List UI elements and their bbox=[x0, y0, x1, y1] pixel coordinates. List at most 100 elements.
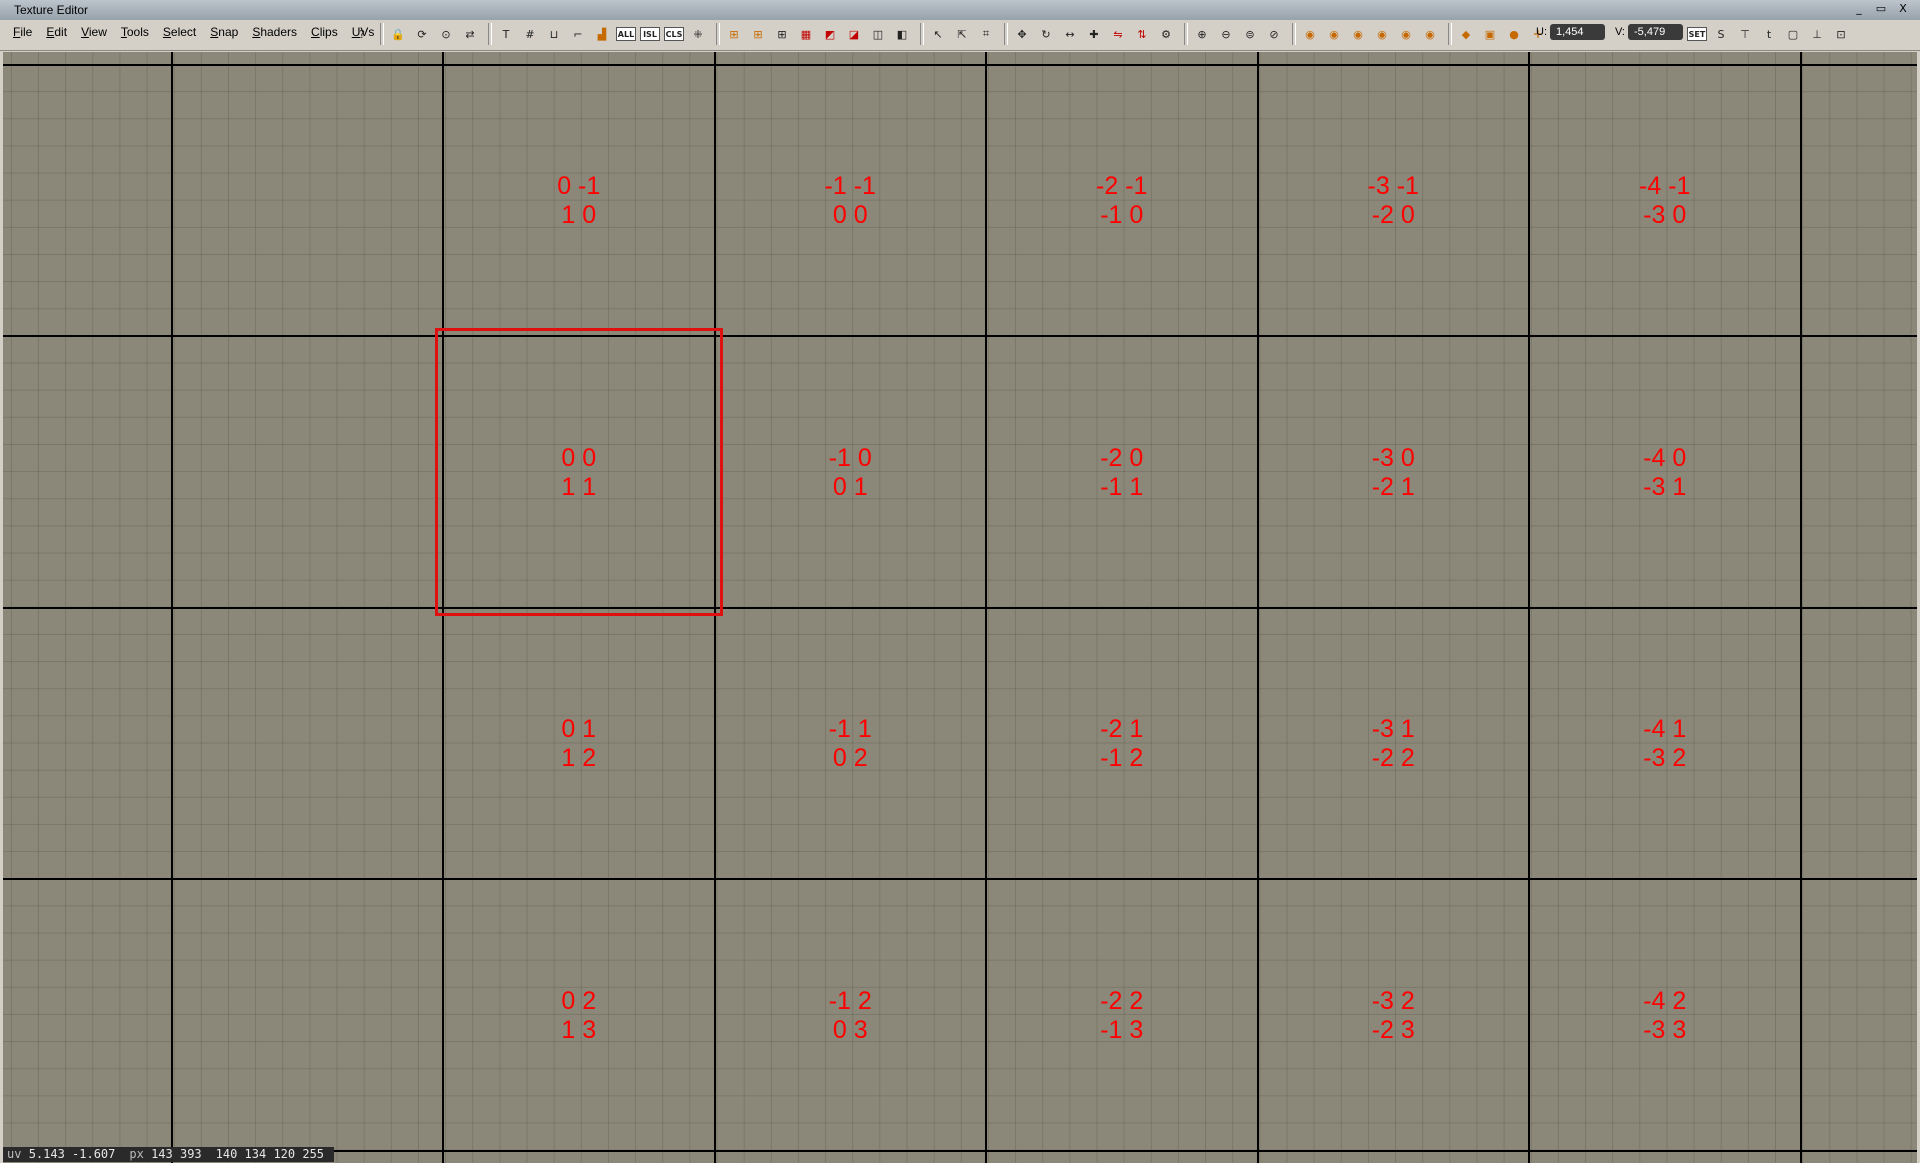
view-4-icon[interactable]: ◉ bbox=[1372, 23, 1392, 45]
mirror-icon[interactable]: ◧ bbox=[892, 23, 912, 45]
zoom-sel-icon[interactable]: ⊘ bbox=[1264, 23, 1284, 45]
pointer-icon[interactable]: ↖ bbox=[928, 23, 948, 45]
snap-grid-icon[interactable]: ⊞ bbox=[724, 23, 744, 45]
plus-icon[interactable]: ✚ bbox=[1084, 23, 1104, 45]
status-uv: uv 5.143 -1.607 bbox=[3, 1147, 119, 1162]
tile-label: -3 1 -2 2 bbox=[1333, 715, 1453, 773]
tile-label-line2: -3 2 bbox=[1643, 744, 1687, 773]
help-icon[interactable]: ? bbox=[352, 23, 372, 45]
menu-bar: File Edit View Tools Select Snap Shaders Clips U… bbox=[6, 25, 381, 39]
checker-icon[interactable]: ▦ bbox=[796, 23, 816, 45]
isl-button[interactable]: ISL bbox=[640, 27, 660, 41]
texture-icon[interactable]: ◩ bbox=[820, 23, 840, 45]
menu-edit[interactable]: Edit bbox=[39, 25, 74, 39]
frame-icon[interactable]: ▢ bbox=[1783, 23, 1803, 45]
align-icon[interactable]: ⊥ bbox=[1807, 23, 1827, 45]
menu-shaders[interactable]: Shaders bbox=[245, 25, 304, 39]
flip-v-icon[interactable]: ⇅ bbox=[1132, 23, 1152, 45]
view-2-icon[interactable]: ◉ bbox=[1324, 23, 1344, 45]
tile-label-line2: -3 3 bbox=[1643, 1015, 1687, 1044]
tile-label: 0 21 3 bbox=[519, 987, 639, 1045]
view-5-icon[interactable]: ◉ bbox=[1396, 23, 1416, 45]
toolbar: File Edit View Tools Select Snap Shaders Clips U… bbox=[0, 20, 1920, 51]
tile-label-line2: 0 1 bbox=[832, 472, 868, 501]
stamp-icon[interactable]: ◫ bbox=[868, 23, 888, 45]
cls-button[interactable]: CLS bbox=[664, 27, 684, 41]
rotate-icon[interactable]: ↻ bbox=[1036, 23, 1056, 45]
view-6-icon[interactable]: ◉ bbox=[1420, 23, 1440, 45]
tile-label-line2: 0 0 bbox=[832, 201, 868, 230]
cube-icon[interactable]: ◆ bbox=[1456, 23, 1476, 45]
s-icon[interactable]: S bbox=[1711, 23, 1731, 45]
tile-label: -4 1 -3 2 bbox=[1605, 715, 1725, 773]
toolbar-separator bbox=[920, 23, 924, 45]
swap-icon[interactable]: ⇄ bbox=[460, 23, 480, 45]
menu-tools[interactable]: Tools bbox=[114, 25, 156, 39]
pattern-icon[interactable]: ⁜ bbox=[688, 23, 708, 45]
tool-icons: ? 🔒 ⟳ ⊙ ⇄ T # ⊔ ⌐ ▟ ALL ISL CLS ⁜ ⊞ ⊞ ⊞ ▦ ◩ ◪ ◫ ◧ ↖ ⇱ ⌗ ✥ ↻ ↔ ✚ ⇋ ⇅ ⚙ ⊕ ⊖… bbox=[352, 23, 1576, 45]
tile-label-line2: -2 2 bbox=[1371, 744, 1415, 773]
lock-icon[interactable]: 🔒 bbox=[388, 23, 408, 45]
zoom-in-icon[interactable]: ⊕ bbox=[1192, 23, 1212, 45]
minimize-button[interactable]: _ bbox=[1850, 2, 1868, 17]
settings-icon[interactable]: ⚙ bbox=[1156, 23, 1176, 45]
move-icon[interactable]: ✥ bbox=[1012, 23, 1032, 45]
tile-label-line2: 1 0 bbox=[561, 201, 597, 230]
snap-points-icon[interactable]: ⊞ bbox=[748, 23, 768, 45]
text-icon[interactable]: T bbox=[496, 23, 516, 45]
flip-icon[interactable]: ⇋ bbox=[1108, 23, 1128, 45]
tile-label: -4 -1 -3 0 bbox=[1605, 172, 1725, 230]
v-field: V: -5,479 bbox=[1615, 24, 1683, 40]
grid-icon[interactable]: # bbox=[520, 23, 540, 45]
tile-label: -2 -1 -1 0 bbox=[1062, 172, 1182, 230]
tile-label-line2: -1 2 bbox=[1100, 744, 1144, 773]
sphere-icon[interactable]: ● bbox=[1504, 23, 1524, 45]
menu-view[interactable]: View bbox=[74, 25, 114, 39]
box-icon[interactable]: ▣ bbox=[1480, 23, 1500, 45]
tile-label-line1: -1 2 bbox=[828, 986, 872, 1015]
toolbar-separator bbox=[1004, 23, 1008, 45]
tile-label-line1: -1 0 bbox=[828, 443, 872, 472]
v-input[interactable]: -5,479 bbox=[1628, 24, 1683, 40]
status-uv-label: uv bbox=[7, 1147, 22, 1161]
menu-file[interactable]: File bbox=[6, 25, 39, 39]
restore-button[interactable]: ▭ bbox=[1872, 2, 1890, 17]
u-input[interactable]: 1,454 bbox=[1550, 24, 1605, 40]
edge-icon[interactable]: ⌐ bbox=[568, 23, 588, 45]
pointer-plus-icon[interactable]: ⇱ bbox=[952, 23, 972, 45]
tile-label: -1 -1 0 0 bbox=[790, 172, 910, 230]
tile-label: 0 11 2 bbox=[519, 715, 639, 773]
zoom-fit-icon[interactable]: ⊜ bbox=[1240, 23, 1260, 45]
t-bracket-icon[interactable]: ⊤ bbox=[1735, 23, 1755, 45]
t-icon[interactable]: t bbox=[1759, 23, 1779, 45]
image-icon[interactable]: ◪ bbox=[844, 23, 864, 45]
view-3-icon[interactable]: ◉ bbox=[1348, 23, 1368, 45]
uv-icon[interactable]: ⊔ bbox=[544, 23, 564, 45]
tile-label-line2: -1 3 bbox=[1100, 1015, 1144, 1044]
tile-label-line1: -2 1 bbox=[1100, 715, 1144, 744]
toolbar-separator bbox=[488, 23, 492, 45]
close-button[interactable]: X bbox=[1894, 2, 1912, 17]
tile-label-line1: -4 0 bbox=[1643, 443, 1687, 472]
tile-boundary-horizontal bbox=[3, 63, 1917, 66]
refresh-icon[interactable]: ⟳ bbox=[412, 23, 432, 45]
paint-icon[interactable]: ▟ bbox=[592, 23, 612, 45]
menu-select[interactable]: Select bbox=[156, 25, 203, 39]
tile-label-line2: 1 2 bbox=[561, 744, 597, 773]
tile-label: -1 10 2 bbox=[790, 715, 910, 773]
view-1-icon[interactable]: ◉ bbox=[1300, 23, 1320, 45]
snapshot-icon[interactable]: ⊙ bbox=[436, 23, 456, 45]
uv-viewport[interactable]: 0 -1 1 0 -1 -1 0 0 -2 -1 -1 0 -3 -1 -2 0 -4 -1 -3… bbox=[3, 52, 1917, 1163]
set-button[interactable]: SET bbox=[1687, 27, 1707, 41]
menu-snap[interactable]: Snap bbox=[203, 25, 245, 39]
selected-tile-outline[interactable] bbox=[435, 328, 723, 616]
snap-edge-icon[interactable]: ⊞ bbox=[772, 23, 792, 45]
tile-label: -2 0 -1 1 bbox=[1062, 444, 1182, 502]
all-button[interactable]: ALL bbox=[616, 27, 636, 41]
scale-h-icon[interactable]: ↔ bbox=[1060, 23, 1080, 45]
zoom-out-icon[interactable]: ⊖ bbox=[1216, 23, 1236, 45]
layout-icon[interactable]: ⊡ bbox=[1831, 23, 1851, 45]
menu-clips[interactable]: Clips bbox=[304, 25, 345, 39]
crop-icon[interactable]: ⌗ bbox=[976, 23, 996, 45]
tile-label-line1: -2 0 bbox=[1100, 443, 1144, 472]
